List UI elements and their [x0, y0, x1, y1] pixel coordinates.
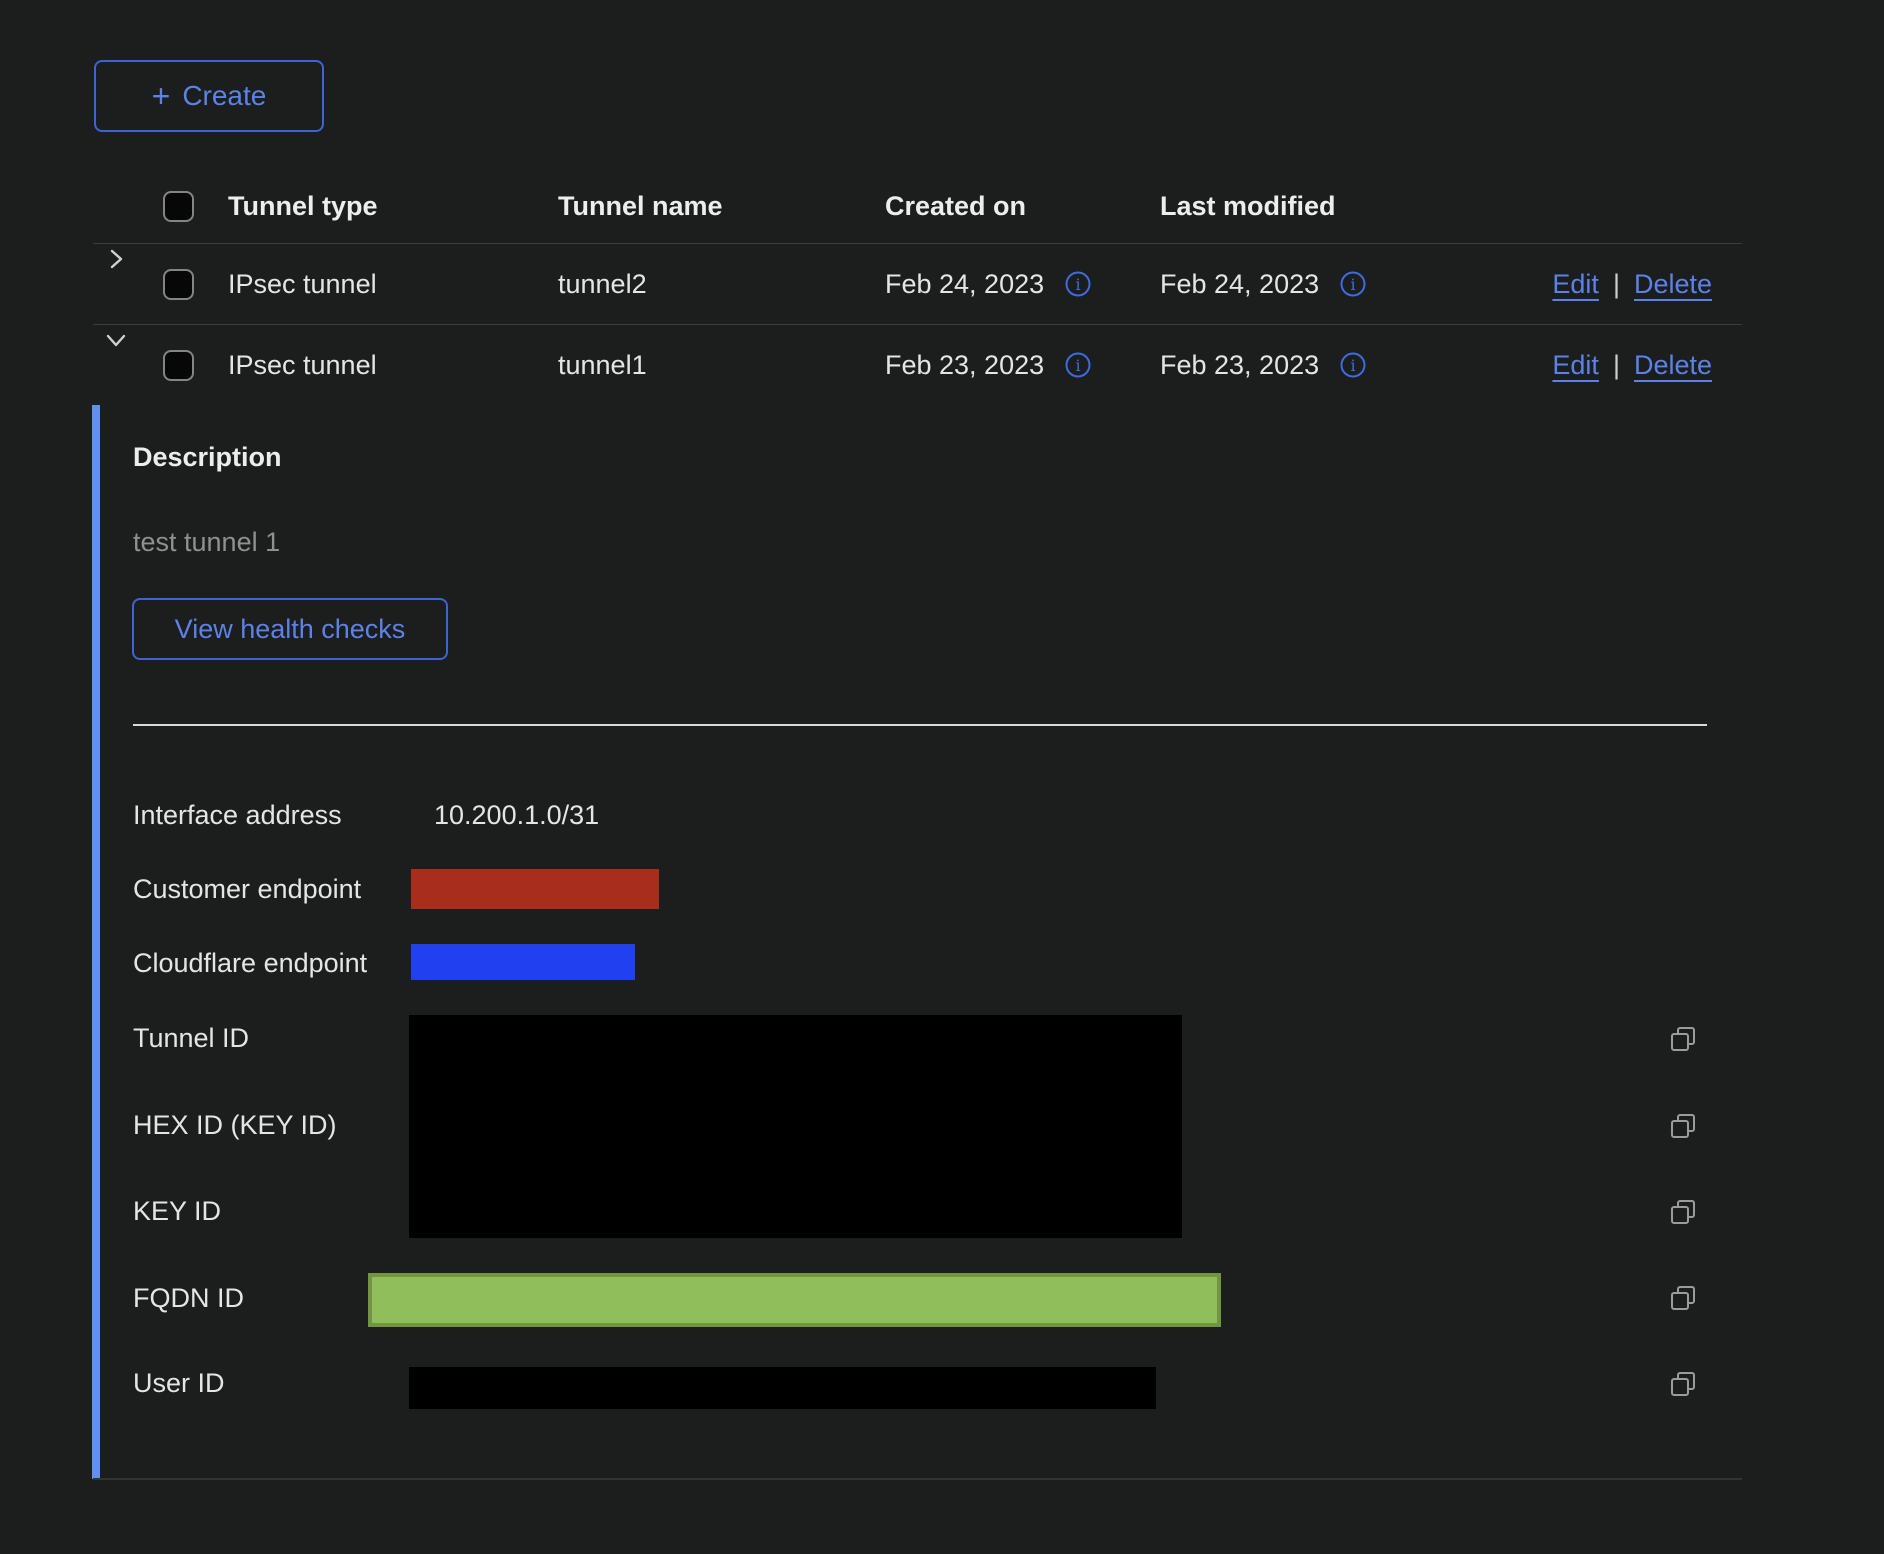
description-value: test tunnel 1	[133, 527, 280, 558]
table-row-tunnel2: IPsec tunnel tunnel2 Feb 24, 2023 i Feb …	[93, 244, 1742, 324]
fqdn-id-label: FQDN ID	[133, 1283, 244, 1314]
create-button-label: Create	[182, 80, 266, 112]
created-on-cell: Feb 24, 2023 i	[885, 244, 1092, 324]
hex-id-label: HEX ID (KEY ID)	[133, 1110, 337, 1141]
tunnel-type-cell: IPsec tunnel	[228, 244, 377, 324]
svg-text:i: i	[1351, 356, 1356, 375]
copy-icon	[1667, 1196, 1699, 1228]
expanded-row-indicator-bar	[92, 405, 100, 1479]
select-all-checkbox[interactable]	[163, 170, 194, 243]
created-on-date: Feb 23, 2023	[885, 350, 1044, 381]
interface-address-value: 10.200.1.0/31	[434, 800, 599, 831]
checkbox-icon	[163, 191, 194, 222]
column-header-tunnel-name: Tunnel name	[558, 170, 723, 243]
description-heading: Description	[133, 442, 282, 473]
plus-icon: +	[152, 80, 171, 112]
copy-fqdn-id-button[interactable]	[1666, 1281, 1700, 1315]
info-icon[interactable]: i	[1064, 270, 1092, 298]
row-actions: Edit | Delete	[1552, 244, 1712, 324]
copy-key-id-button[interactable]	[1666, 1195, 1700, 1229]
chevron-right-icon	[104, 247, 128, 271]
checkbox-icon	[163, 350, 194, 381]
table-header-row: Tunnel type Tunnel name Created on Last …	[93, 170, 1742, 243]
divider	[93, 1478, 1742, 1480]
cloudflare-endpoint-redacted-value	[411, 944, 635, 980]
row-actions: Edit | Delete	[1552, 325, 1712, 405]
edit-link[interactable]: Edit	[1552, 269, 1599, 300]
actions-separator: |	[1613, 350, 1620, 381]
created-on-cell: Feb 23, 2023 i	[885, 325, 1092, 405]
created-on-date: Feb 24, 2023	[885, 269, 1044, 300]
svg-text:i: i	[1076, 275, 1081, 294]
table-row-tunnel1: IPsec tunnel tunnel1 Feb 23, 2023 i Feb …	[93, 325, 1742, 405]
svg-text:i: i	[1076, 356, 1081, 375]
copy-tunnel-id-button[interactable]	[1666, 1022, 1700, 1056]
copy-hex-id-button[interactable]	[1666, 1109, 1700, 1143]
delete-link[interactable]: Delete	[1634, 269, 1712, 300]
copy-icon	[1667, 1110, 1699, 1142]
chevron-down-icon	[104, 328, 128, 352]
svg-text:i: i	[1351, 275, 1356, 294]
copy-icon	[1667, 1023, 1699, 1055]
copy-user-id-button[interactable]	[1666, 1367, 1700, 1401]
key-id-label: KEY ID	[133, 1196, 221, 1227]
customer-endpoint-label: Customer endpoint	[133, 874, 361, 905]
column-header-tunnel-type: Tunnel type	[228, 170, 378, 243]
last-modified-date: Feb 24, 2023	[1160, 269, 1319, 300]
expand-row-button[interactable]	[101, 244, 131, 274]
actions-separator: |	[1613, 269, 1620, 300]
tunnel-name-cell: tunnel1	[558, 325, 647, 405]
copy-icon	[1667, 1282, 1699, 1314]
column-header-last-modified: Last modified	[1160, 170, 1336, 243]
last-modified-cell: Feb 23, 2023 i	[1160, 325, 1367, 405]
last-modified-cell: Feb 24, 2023 i	[1160, 244, 1367, 324]
ids-redacted-value-block	[409, 1015, 1182, 1238]
user-id-redacted-value	[409, 1367, 1156, 1409]
fqdn-id-redacted-value	[368, 1273, 1221, 1327]
tunnel-type-cell: IPsec tunnel	[228, 325, 377, 405]
cloudflare-endpoint-label: Cloudflare endpoint	[133, 948, 367, 979]
info-icon[interactable]: i	[1064, 351, 1092, 379]
checkbox-icon	[163, 269, 194, 300]
user-id-label: User ID	[133, 1368, 225, 1399]
tunnel-id-label: Tunnel ID	[133, 1023, 249, 1054]
divider	[133, 724, 1707, 726]
tunnels-page: + Create Tunnel type Tunnel name Created…	[0, 0, 1884, 1554]
interface-address-label: Interface address	[133, 800, 342, 831]
tunnel-name-cell: tunnel2	[558, 244, 647, 324]
create-button[interactable]: + Create	[94, 60, 324, 132]
customer-endpoint-redacted-value	[411, 869, 659, 909]
row-checkbox[interactable]	[163, 325, 194, 405]
last-modified-date: Feb 23, 2023	[1160, 350, 1319, 381]
info-icon[interactable]: i	[1339, 351, 1367, 379]
copy-icon	[1667, 1368, 1699, 1400]
view-health-checks-button[interactable]: View health checks	[132, 598, 448, 660]
info-icon[interactable]: i	[1339, 270, 1367, 298]
edit-link[interactable]: Edit	[1552, 350, 1599, 381]
delete-link[interactable]: Delete	[1634, 350, 1712, 381]
column-header-created-on: Created on	[885, 170, 1026, 243]
row-checkbox[interactable]	[163, 244, 194, 324]
collapse-row-button[interactable]	[101, 325, 131, 355]
